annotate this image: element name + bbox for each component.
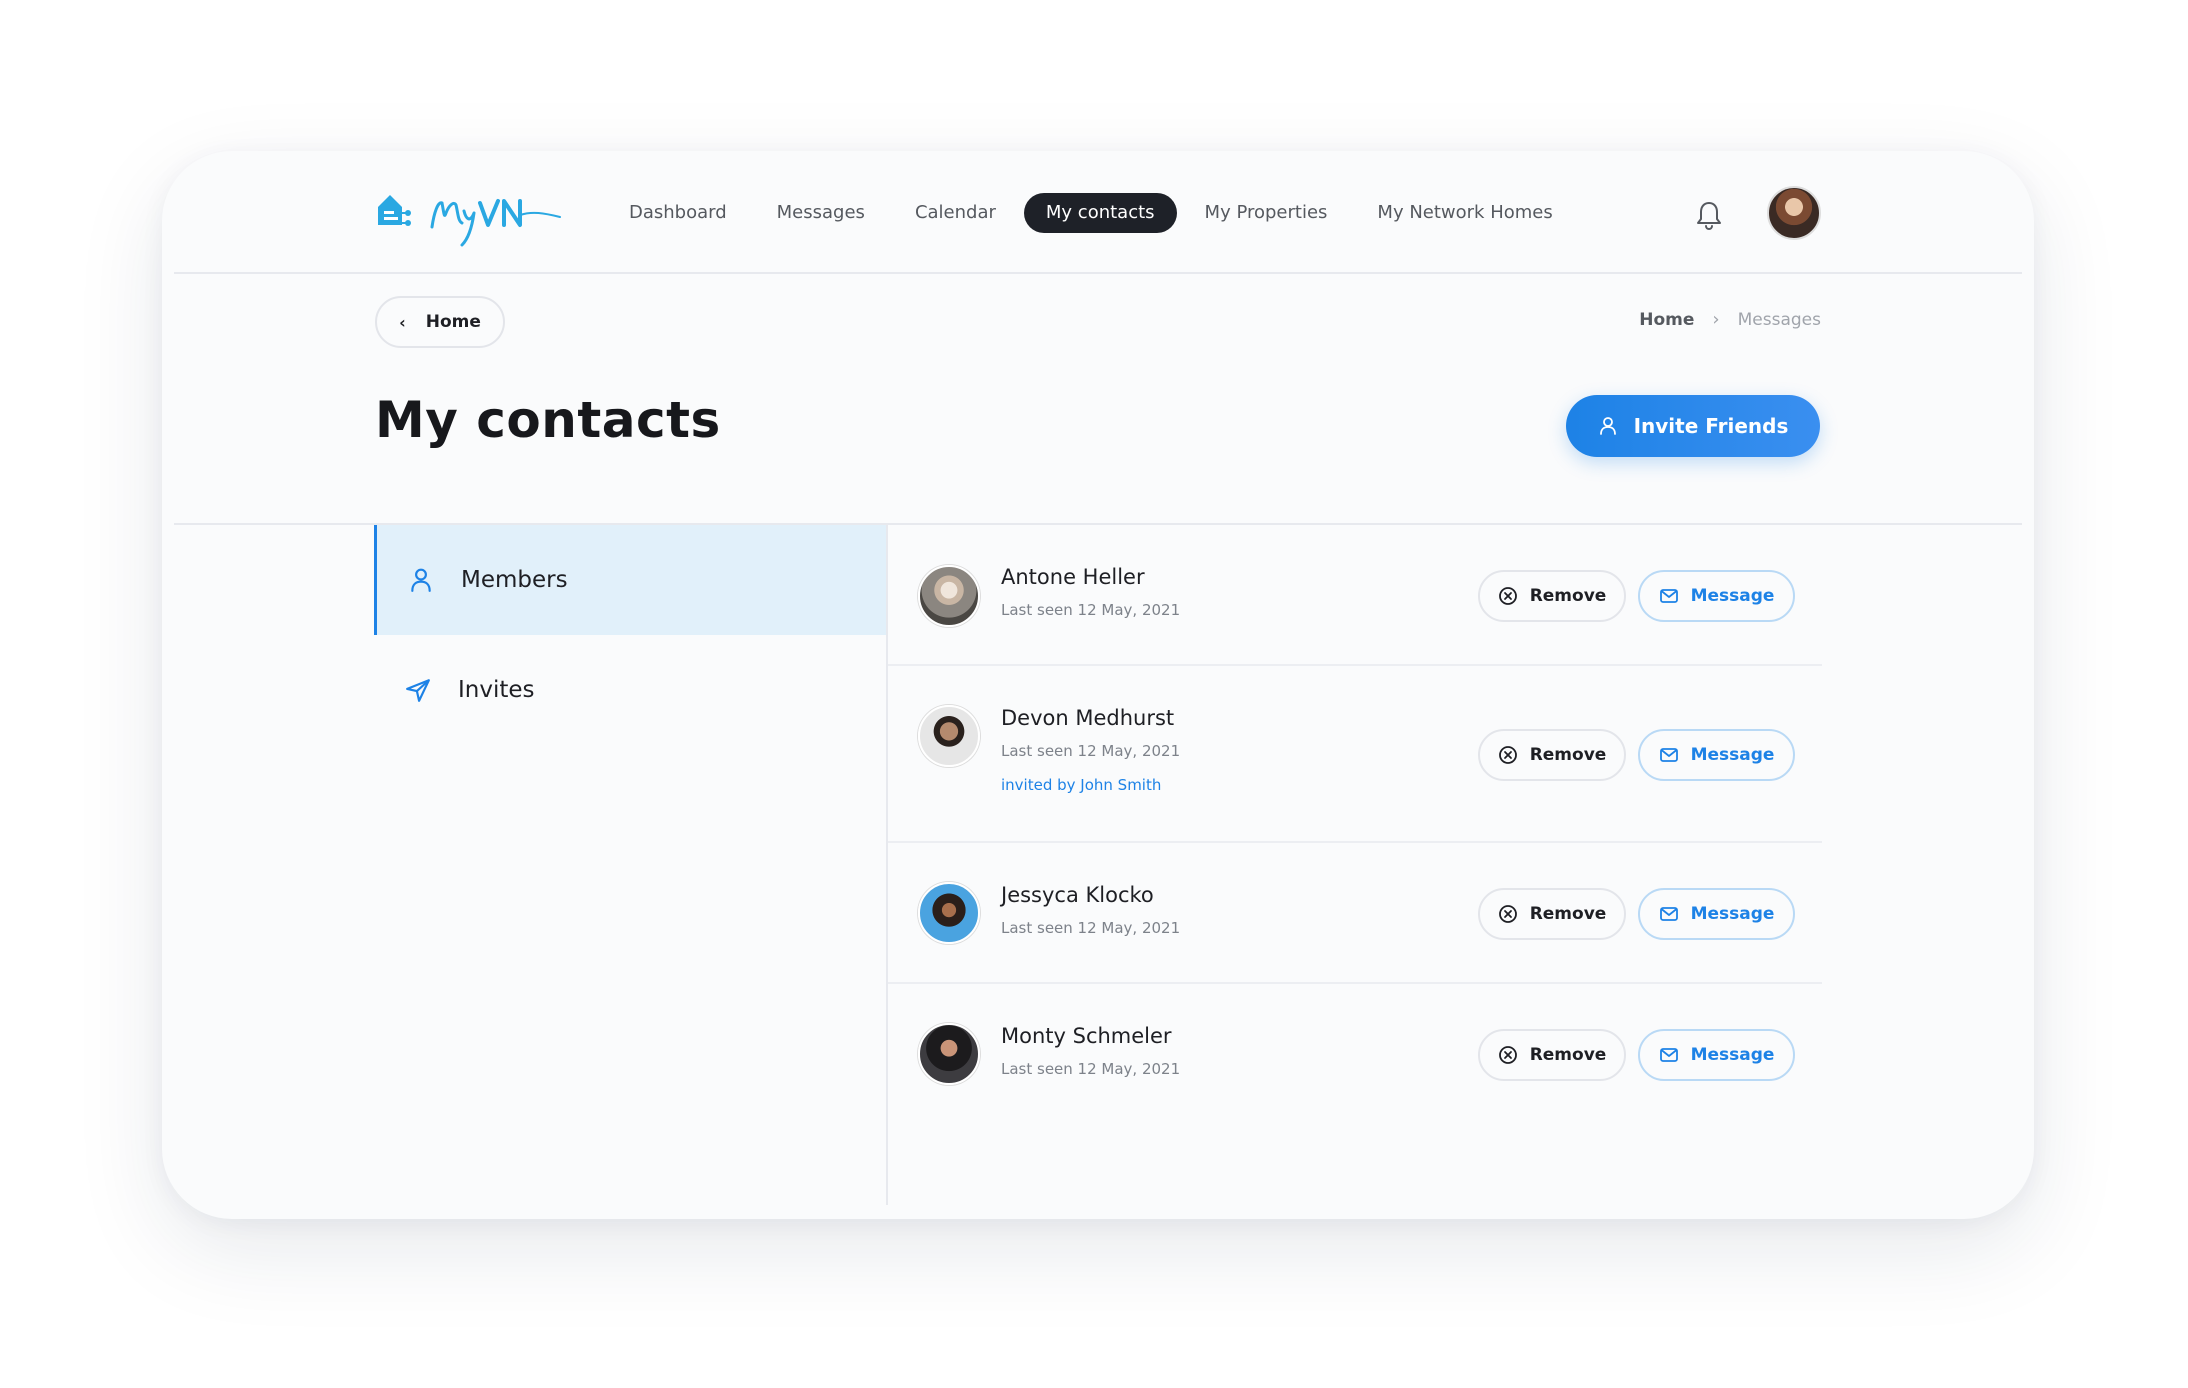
contact-name: Monty Schmeler: [1001, 1024, 1172, 1048]
contact-row: Devon Medhurst Last seen 12 May, 2021 in…: [888, 666, 1822, 843]
contact-last-seen: Last seen 12 May, 2021: [1001, 742, 1181, 760]
contact-last-seen: Last seen 12 May, 2021: [1001, 1060, 1181, 1078]
nav-item-dashboard[interactable]: Dashboard: [607, 193, 749, 233]
back-home-label: Home: [425, 312, 481, 332]
message-label: Message: [1690, 586, 1775, 606]
nav-item-my-contacts[interactable]: My contacts: [1023, 193, 1177, 233]
contact-row: Monty Schmeler Last seen 12 May, 2021 Re…: [888, 984, 1822, 1125]
remove-label: Remove: [1529, 745, 1607, 765]
message-label: Message: [1690, 904, 1775, 924]
invite-friends-label: Invite Friends: [1633, 414, 1789, 438]
top-header: Dashboard Messages Calendar My contacts …: [162, 151, 2034, 273]
contacts-sidebar: Members Invites: [374, 525, 886, 1219]
main-nav: Dashboard Messages Calendar My contacts …: [607, 193, 1581, 233]
contact-row: Antone Heller Last seen 12 May, 2021 Rem…: [888, 525, 1822, 666]
message-button[interactable]: Message: [1638, 888, 1795, 940]
user-icon: [405, 564, 437, 596]
sidebar-item-label: Invites: [458, 677, 535, 703]
avatar: [918, 882, 980, 944]
back-home-button[interactable]: ‹ Home: [375, 296, 505, 348]
contact-name: Jessyca Klocko: [1001, 883, 1154, 907]
breadcrumb-current: Messages: [1737, 309, 1821, 330]
close-circle-icon: [1498, 746, 1517, 764]
user-icon: [1599, 417, 1616, 435]
nav-item-my-network-homes[interactable]: My Network Homes: [1355, 193, 1574, 233]
close-circle-icon: [1498, 1046, 1517, 1064]
remove-button[interactable]: Remove: [1478, 888, 1626, 940]
chevron-right-icon: ›: [1712, 309, 1720, 330]
breadcrumb: Home › Messages: [1639, 309, 1821, 330]
mail-icon: [1659, 589, 1678, 603]
message-button[interactable]: Message: [1638, 1029, 1795, 1081]
chevron-left-icon: ‹: [399, 312, 406, 332]
app-window: Dashboard Messages Calendar My contacts …: [162, 151, 2034, 1219]
mail-icon: [1659, 748, 1678, 762]
header-divider: [174, 272, 2022, 274]
remove-button[interactable]: Remove: [1478, 729, 1626, 781]
contact-last-seen: Last seen 12 May, 2021: [1001, 601, 1181, 619]
message-button[interactable]: Message: [1638, 729, 1795, 781]
contact-last-seen: Last seen 12 May, 2021: [1001, 919, 1181, 937]
close-circle-icon: [1498, 905, 1517, 923]
remove-button[interactable]: Remove: [1478, 570, 1626, 622]
remove-label: Remove: [1529, 586, 1607, 606]
contact-invited-by[interactable]: invited by John Smith: [1001, 776, 1161, 794]
remove-label: Remove: [1529, 904, 1607, 924]
send-icon: [402, 674, 434, 706]
app-logo[interactable]: [372, 183, 572, 253]
contact-name: Devon Medhurst: [1001, 706, 1175, 730]
contact-name: Antone Heller: [1001, 565, 1145, 589]
page-title: My contacts: [375, 391, 721, 449]
message-button[interactable]: Message: [1638, 570, 1795, 622]
profile-avatar[interactable]: [1767, 186, 1821, 240]
close-circle-icon: [1498, 587, 1517, 605]
sidebar-item-members[interactable]: Members: [374, 525, 886, 635]
contacts-list: Antone Heller Last seen 12 May, 2021 Rem…: [888, 525, 1822, 1125]
bell-icon[interactable]: [1694, 199, 1724, 231]
remove-label: Remove: [1529, 1045, 1607, 1065]
logo-icon: [378, 195, 561, 247]
contact-row: Jessyca Klocko Last seen 12 May, 2021 Re…: [888, 843, 1822, 984]
mail-icon: [1659, 907, 1678, 921]
sidebar-item-label: Members: [461, 567, 568, 593]
message-label: Message: [1690, 745, 1775, 765]
invite-friends-button[interactable]: Invite Friends: [1566, 395, 1820, 457]
message-label: Message: [1690, 1045, 1775, 1065]
mail-icon: [1659, 1048, 1678, 1062]
remove-button[interactable]: Remove: [1478, 1029, 1626, 1081]
avatar: [918, 705, 980, 767]
avatar: [918, 565, 980, 627]
sidebar-item-invites[interactable]: Invites: [374, 635, 886, 745]
nav-item-calendar[interactable]: Calendar: [893, 193, 1018, 233]
nav-item-my-properties[interactable]: My Properties: [1183, 193, 1350, 233]
nav-item-messages[interactable]: Messages: [755, 193, 887, 233]
breadcrumb-home[interactable]: Home: [1639, 310, 1694, 330]
avatar: [918, 1023, 980, 1085]
